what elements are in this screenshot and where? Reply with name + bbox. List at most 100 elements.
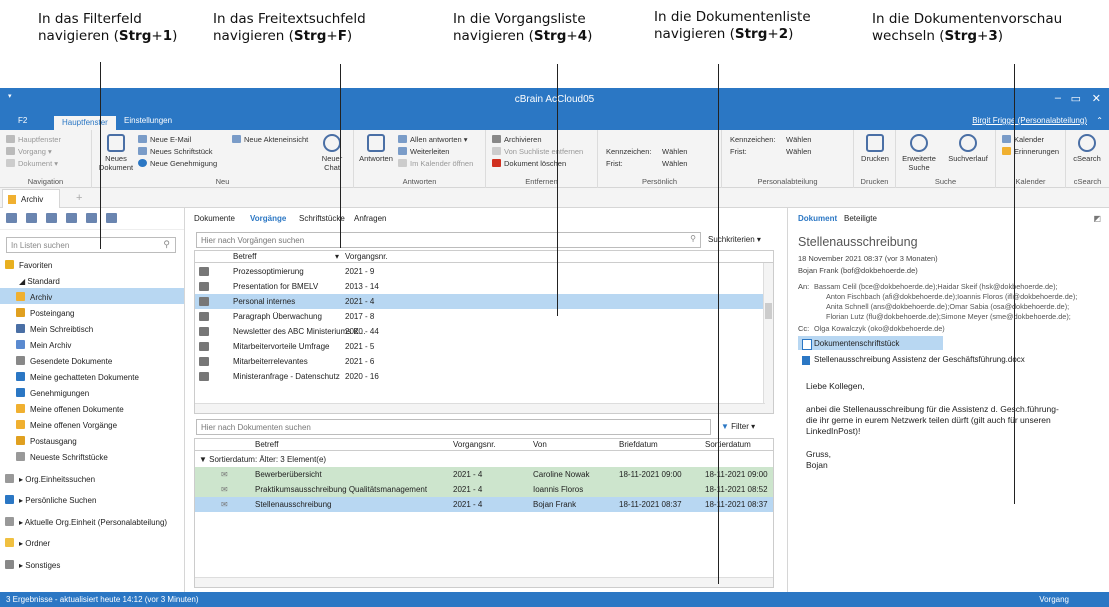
case-row[interactable]: Personal internes 2021 - 4 — [195, 294, 765, 309]
tab-dokumente[interactable]: Dokumente — [194, 214, 235, 223]
col-vorgangsnr[interactable]: Vorgangsnr. — [345, 252, 388, 261]
nav-tree-item[interactable]: Meine gechatteten Dokumente — [0, 368, 184, 384]
nav-tree-item[interactable]: Meine offenen Dokumente — [0, 400, 184, 416]
tab-hauptfenster[interactable]: Hauptfenster — [54, 116, 116, 130]
preview-cc[interactable]: Olga Kowalczyk (oko@dokbehoerde.de) — [814, 324, 945, 333]
case-row[interactable]: Presentation for BMELV 2013 - 14 — [195, 279, 765, 294]
new-document-button[interactable]: Neues Dokument — [96, 134, 136, 172]
delete-document-button[interactable]: Dokument löschen — [492, 159, 566, 168]
col-doc-sortierdatum[interactable]: Sortierdatum — [705, 440, 751, 449]
csearch-button[interactable]: cSearch — [1068, 134, 1106, 163]
nav-tree-item[interactable]: Meine offenen Vorgänge — [0, 416, 184, 432]
nav-tree-item[interactable]: Mein Archiv — [0, 336, 184, 352]
tab-vorgaenge[interactable]: Vorgänge — [250, 214, 286, 223]
tab-einstellungen[interactable]: Einstellungen — [124, 116, 172, 125]
col-doc-von[interactable]: Von — [533, 440, 547, 449]
attachment-primary[interactable]: Dokumentenschriftstück — [798, 336, 943, 350]
remove-from-search-button[interactable]: Von Suchliste entfernen — [492, 147, 583, 156]
tab-archiv[interactable]: Archiv — [2, 189, 60, 208]
tab-f2[interactable]: F2 — [18, 116, 27, 125]
flag-icon[interactable] — [106, 213, 117, 223]
filter-button[interactable]: ▼ Filter ▾ — [721, 422, 755, 431]
case-row[interactable]: Ministeranfrage - Datenschutz 2020 - 16 — [195, 369, 765, 384]
nav-tree-item[interactable]: ◢ Standard — [0, 272, 184, 288]
calendar-button[interactable]: Kalender — [1002, 135, 1044, 144]
preview-to-line[interactable]: Florian Lutz (flu@dokbehoerde.de);Simone… — [826, 312, 1071, 321]
folder-icon[interactable] — [6, 213, 17, 223]
maximize-button[interactable]: ▭ — [1071, 92, 1081, 105]
case-row[interactable]: Mitarbeitervorteile Umfrage 2021 - 5 — [195, 339, 765, 354]
case-row[interactable]: Mitarbeiterrelevantes 2021 - 6 — [195, 354, 765, 369]
current-user-link[interactable]: Birgit Frigge (Personalabteilung) — [972, 116, 1087, 125]
col-doc-briefdatum[interactable]: Briefdatum — [619, 440, 658, 449]
group-header-row[interactable]: ▼ Sortierdatum: Älter: 3 Element(e) — [195, 452, 773, 467]
add-tab-icon[interactable]: + — [76, 192, 82, 204]
col-doc-betreff[interactable]: Betreff — [255, 440, 278, 449]
tab-schriftstuecke[interactable]: Schriftstücke — [299, 214, 345, 223]
personal-tag-select[interactable]: Wählen — [662, 147, 687, 156]
personal-deadline-select[interactable]: Wählen — [662, 159, 687, 168]
nav-tree-item[interactable]: Posteingang — [0, 304, 184, 320]
dept-tag-select[interactable]: Wählen — [786, 135, 811, 144]
new-file-inspection-button[interactable]: Neue Akteneinsicht — [232, 135, 308, 144]
nav-tree-item[interactable]: Mein Schreibtisch — [0, 320, 184, 336]
close-button[interactable]: ✕ — [1092, 92, 1101, 105]
nav-case[interactable]: Vorgang ▾ — [6, 147, 52, 156]
col-betreff[interactable]: Betreff — [233, 252, 256, 261]
reply-all-button[interactable]: Allen antworten ▾ — [398, 135, 468, 144]
tab-anfragen[interactable]: Anfragen — [354, 214, 386, 223]
nav-tree-item[interactable]: Genehmigungen — [0, 384, 184, 400]
reply-button[interactable]: Antworten — [358, 134, 394, 163]
case-search-input[interactable]: Hier nach Vorgängen suchen ⚲ — [196, 232, 701, 248]
document-row[interactable]: ✉ Stellenausschreibung 2021 - 4 Bojan Frank… — [195, 497, 773, 512]
case-list-hscrollbar[interactable] — [195, 403, 765, 413]
case-row[interactable]: Newsletter des ABC Ministeriums K... 2020… — [195, 324, 765, 339]
document-row[interactable]: ✉ Bewerberübersicht 2021 - 4 Caroline Nowak… — [195, 467, 773, 482]
collapse-ribbon-icon[interactable]: ⌃ — [1096, 116, 1103, 125]
dept-deadline-select[interactable]: Wählen — [786, 147, 811, 156]
nav-tree-item[interactable]: ▸ Sonstiges — [0, 556, 184, 572]
tab-dokument[interactable]: Dokument — [798, 214, 837, 223]
preview-to-line[interactable]: Anita Schnell (ans@dokbehoerde.de);Omar … — [826, 302, 1069, 311]
search-criteria-button[interactable]: Suchkriterien ▾ — [708, 235, 761, 244]
nav-tree-item[interactable]: ▸ Ordner — [0, 534, 184, 550]
new-approval-button[interactable]: Neue Genehmigung — [138, 159, 217, 168]
case-row[interactable]: Prozessoptimierung 2021 - 9 — [195, 264, 765, 279]
search-history-button[interactable]: Suchverlauf — [944, 134, 992, 163]
forward-button[interactable]: Weiterleiten — [398, 147, 449, 156]
document-list-hscrollbar[interactable] — [195, 577, 773, 587]
minimize-button[interactable]: ‒ — [1055, 92, 1061, 104]
archive-button[interactable]: Archivieren — [492, 135, 542, 144]
list-icon[interactable] — [46, 213, 57, 223]
document-search-input[interactable]: Hier nach Dokumenten suchen — [196, 419, 711, 435]
nav-tree-item[interactable]: Gesendete Dokumente — [0, 352, 184, 368]
advanced-search-button[interactable]: Erweiterte Suche — [898, 134, 940, 172]
new-letter-button[interactable]: Neues Schriftstück — [138, 147, 213, 156]
nav-tree-item[interactable]: ▸ Org.Einheitssuchen — [0, 470, 184, 486]
case-list-scrollbar[interactable] — [763, 263, 773, 413]
tab-beteiligte[interactable]: Beteiligte — [844, 214, 877, 223]
col-doc-vorgangsnr[interactable]: Vorgangsnr. — [453, 440, 496, 449]
case-row[interactable]: Paragraph Überwachung 2017 - 8 — [195, 309, 765, 324]
nav-tree-item[interactable]: Archiv — [0, 288, 184, 304]
list-filter-input[interactable]: In Listen suchen — [6, 237, 176, 253]
people-icon[interactable] — [86, 213, 97, 223]
preview-from[interactable]: Bojan Frank (bof@dokbehoerde.de) — [798, 266, 918, 275]
org-icon[interactable] — [26, 213, 37, 223]
print-button[interactable]: Drucken — [856, 134, 894, 163]
nav-tree-item[interactable]: Postausgang — [0, 432, 184, 448]
new-email-button[interactable]: Neue E-Mail — [138, 135, 191, 144]
preview-to-line[interactable]: Bassam Celil (bce@dokbehoerde.de);Haidar… — [814, 282, 1058, 291]
attachment-docx[interactable]: Stellenausschreibung Assistenz der Gesch… — [798, 355, 1025, 365]
nav-document[interactable]: Dokument ▾ — [6, 159, 58, 168]
nav-tree-item[interactable]: Neueste Schriftstücke — [0, 448, 184, 464]
reminders-button[interactable]: Erinnerungen — [1002, 147, 1059, 156]
preview-to-line[interactable]: Anton Fischbach (afi@dokbehoerde.de);Ioa… — [826, 292, 1077, 301]
document-row[interactable]: ✉ Praktikumsausschreibung Qualitätsmanage… — [195, 482, 773, 497]
nav-tree-item[interactable]: ▸ Persönliche Suchen — [0, 491, 184, 507]
nav-tree-item[interactable]: Favoriten — [0, 256, 184, 272]
open-in-calendar-button[interactable]: Im Kalender öffnen — [398, 159, 473, 168]
popout-icon[interactable]: ◩ — [1093, 214, 1101, 223]
printer-icon[interactable] — [66, 213, 77, 223]
nav-tree-item[interactable]: ▸ Aktuelle Org.Einheit (Personalabteilun… — [0, 513, 184, 529]
